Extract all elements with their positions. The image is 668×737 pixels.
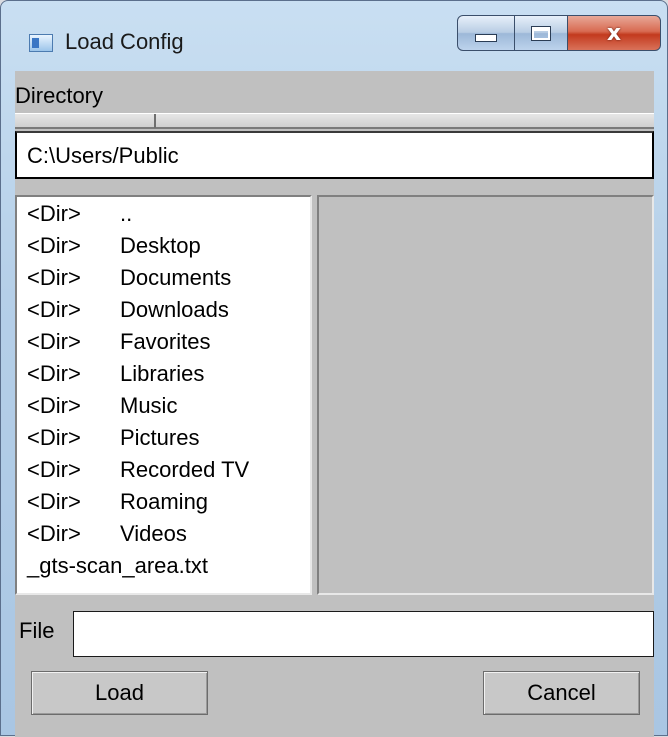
app-window-icon[interactable] [29,34,53,52]
cancel-button[interactable]: Cancel [483,671,640,715]
dir-tag: <Dir> [27,489,81,514]
load-button[interactable]: Load [31,671,208,715]
list-item-name: Music [120,393,178,418]
maximize-icon [531,25,551,41]
list-item-directory[interactable]: <Dir> Recorded TV [27,457,249,489]
list-item-name: Downloads [120,297,229,322]
list-item-directory[interactable]: <Dir> Roaming [27,489,208,521]
dir-tag: <Dir> [27,233,81,258]
dir-tag: <Dir> [27,297,81,322]
close-icon: x [606,20,622,46]
caption-buttons: x [457,15,661,53]
list-item-directory[interactable]: <Dir> Pictures [27,425,199,457]
dir-tag: <Dir> [27,521,81,546]
minimize-icon [475,34,497,42]
dir-tag: <Dir> [27,393,81,418]
list-item-directory[interactable]: <Dir> Favorites [27,329,210,361]
file-name-input[interactable] [73,611,654,657]
list-item-name: _gts-scan_area.txt [27,553,208,578]
list-item-name: Favorites [120,329,211,354]
list-item-file[interactable]: _gts-scan_area.txt [27,553,208,585]
list-item-directory[interactable]: <Dir>.. [27,201,132,233]
list-item-directory[interactable]: <Dir> Music [27,393,177,425]
file-label: File [19,618,55,643]
list-item-directory[interactable]: <Dir> Downloads [27,297,229,329]
dir-tag: <Dir> [27,457,81,482]
list-item-directory[interactable]: <Dir> Videos [27,521,187,553]
list-item-directory[interactable]: <Dir> Desktop [27,233,201,265]
list-item-directory[interactable]: <Dir> Libraries [27,361,204,393]
load-config-window: Load Config x Directory C:\Users/Public … [0,0,668,737]
preview-pane [317,195,654,595]
list-item-name: Videos [120,521,187,546]
list-item-name: Documents [120,265,232,290]
window-title: Load Config [65,29,184,54]
list-item-name: .. [120,201,133,226]
path-dropdown-divider [154,114,156,128]
dialog-client-area: Directory C:\Users/Public <Dir>.. <Dir> De… [15,71,654,737]
maximize-button[interactable] [514,15,568,51]
list-item-directory[interactable]: <Dir> Documents [27,265,231,297]
list-item-name: Desktop [120,233,201,258]
directory-path-field[interactable]: C:\Users/Public [15,131,654,179]
directory-path-dropdown[interactable] [15,113,654,129]
dir-tag: <Dir> [27,425,81,450]
directory-label: Directory [15,83,104,108]
dir-tag: <Dir> [27,329,81,354]
file-browser-list[interactable]: <Dir>.. <Dir> Desktop <Dir> Documents <Dir> Do… [15,195,312,595]
dir-tag: <Dir> [27,201,81,226]
list-item-name: Roaming [120,489,209,514]
close-button[interactable]: x [567,15,661,51]
list-item-name: Pictures [120,425,200,450]
dir-tag: <Dir> [27,265,81,290]
list-item-name: Libraries [120,361,205,386]
title-bar[interactable]: Load Config x [1,1,667,71]
list-item-name: Recorded TV [120,457,250,482]
dir-tag: <Dir> [27,361,81,386]
minimize-button[interactable] [457,15,515,51]
